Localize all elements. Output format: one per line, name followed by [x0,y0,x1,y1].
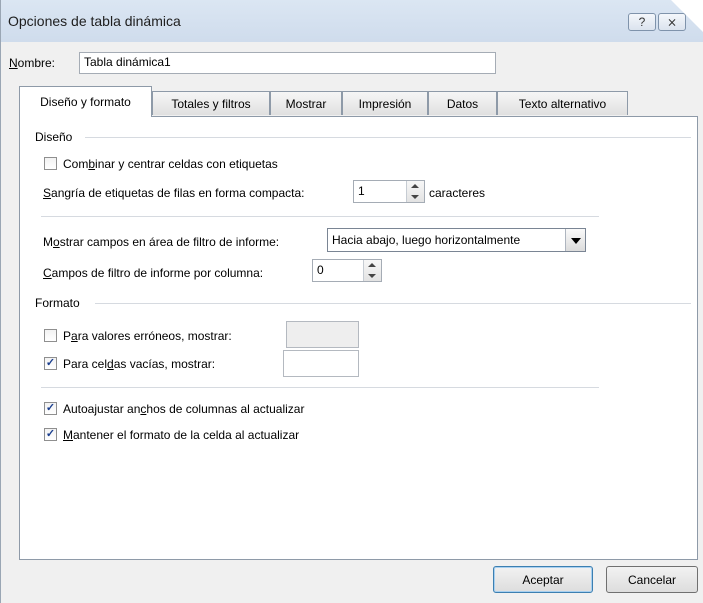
ok-button[interactable]: Aceptar [493,566,593,593]
filter-area-select[interactable]: Hacia abajo, luego horizontalmente [327,228,586,252]
tab-printing[interactable]: Impresión [342,91,428,115]
check-icon: ✓ [45,402,56,414]
tab-layout-format[interactable]: Diseño y formato [19,86,152,117]
filter-per-column-stepper[interactable]: 0 [312,259,382,282]
merge-cells-checkbox[interactable] [44,157,57,170]
layout-inner-rule [41,216,599,217]
help-button[interactable]: ? [628,13,656,31]
tab-data[interactable]: Datos [428,91,497,115]
check-icon: ✓ [45,357,56,369]
indent-stepper[interactable]: 1 [353,180,425,203]
merge-cells-label: Combinar y centrar celdas con etiquetas [63,157,278,171]
name-input[interactable]: Tabla dinámica1 [79,52,496,74]
name-label: Nombre: [9,56,56,70]
window-title: Opciones de tabla dinámica [8,13,181,29]
chevron-up-icon[interactable] [368,263,376,267]
indent-value: 1 [358,184,365,198]
layout-section-rule [85,137,691,138]
filter-per-column-value: 0 [317,263,324,277]
tab-totals-filters[interactable]: Totales y filtros [152,91,270,115]
error-values-label: Para valores erróneos, mostrar: [63,329,232,343]
format-section-heading: Formato [35,296,80,310]
tab-alt-text[interactable]: Texto alternativo [497,91,628,115]
format-inner-rule [41,387,599,388]
filter-per-column-label: Campos de filtro de informe por columna: [43,266,264,280]
tab-display[interactable]: Mostrar [270,91,342,115]
autofit-checkbox[interactable]: ✓ [44,402,57,415]
check-icon: ✓ [45,428,56,440]
chevron-down-icon [571,238,581,244]
chevron-down-icon[interactable] [411,195,419,199]
indent-suffix: caracteres [429,186,486,200]
indent-stepper-arrows[interactable] [406,181,424,202]
preserve-format-checkbox[interactable]: ✓ [44,428,57,441]
empty-cells-label: Para celdas vacías, mostrar: [63,357,216,371]
error-values-input[interactable] [286,321,359,348]
error-values-checkbox[interactable] [44,329,57,342]
pivot-options-dialog: Opciones de tabla dinámica ? ⨯ Nombre: T… [0,0,703,603]
format-section-rule [95,303,691,304]
filter-per-column-stepper-arrows[interactable] [363,260,381,281]
filter-area-label: Mostrar campos en área de filtro de info… [43,235,280,249]
chevron-down-icon[interactable] [368,274,376,278]
layout-section-heading: Diseño [35,130,73,144]
filter-area-dropdown-button[interactable] [565,229,585,251]
cancel-button[interactable]: Cancelar [606,566,698,593]
window-corner [671,0,703,32]
filter-area-value: Hacia abajo, luego horizontalmente [332,233,521,247]
help-icon: ? [638,15,646,29]
empty-cells-checkbox[interactable]: ✓ [44,357,57,370]
autofit-label: Autoajustar anchos de columnas al actual… [63,402,305,416]
indent-label: Sangría de etiquetas de filas en forma c… [43,186,305,200]
empty-cells-input[interactable] [283,350,359,377]
preserve-format-label: Mantener el formato de la celda al actua… [63,428,300,442]
chevron-up-icon[interactable] [411,184,419,188]
title-bar[interactable]: Opciones de tabla dinámica ? ⨯ [1,0,703,42]
